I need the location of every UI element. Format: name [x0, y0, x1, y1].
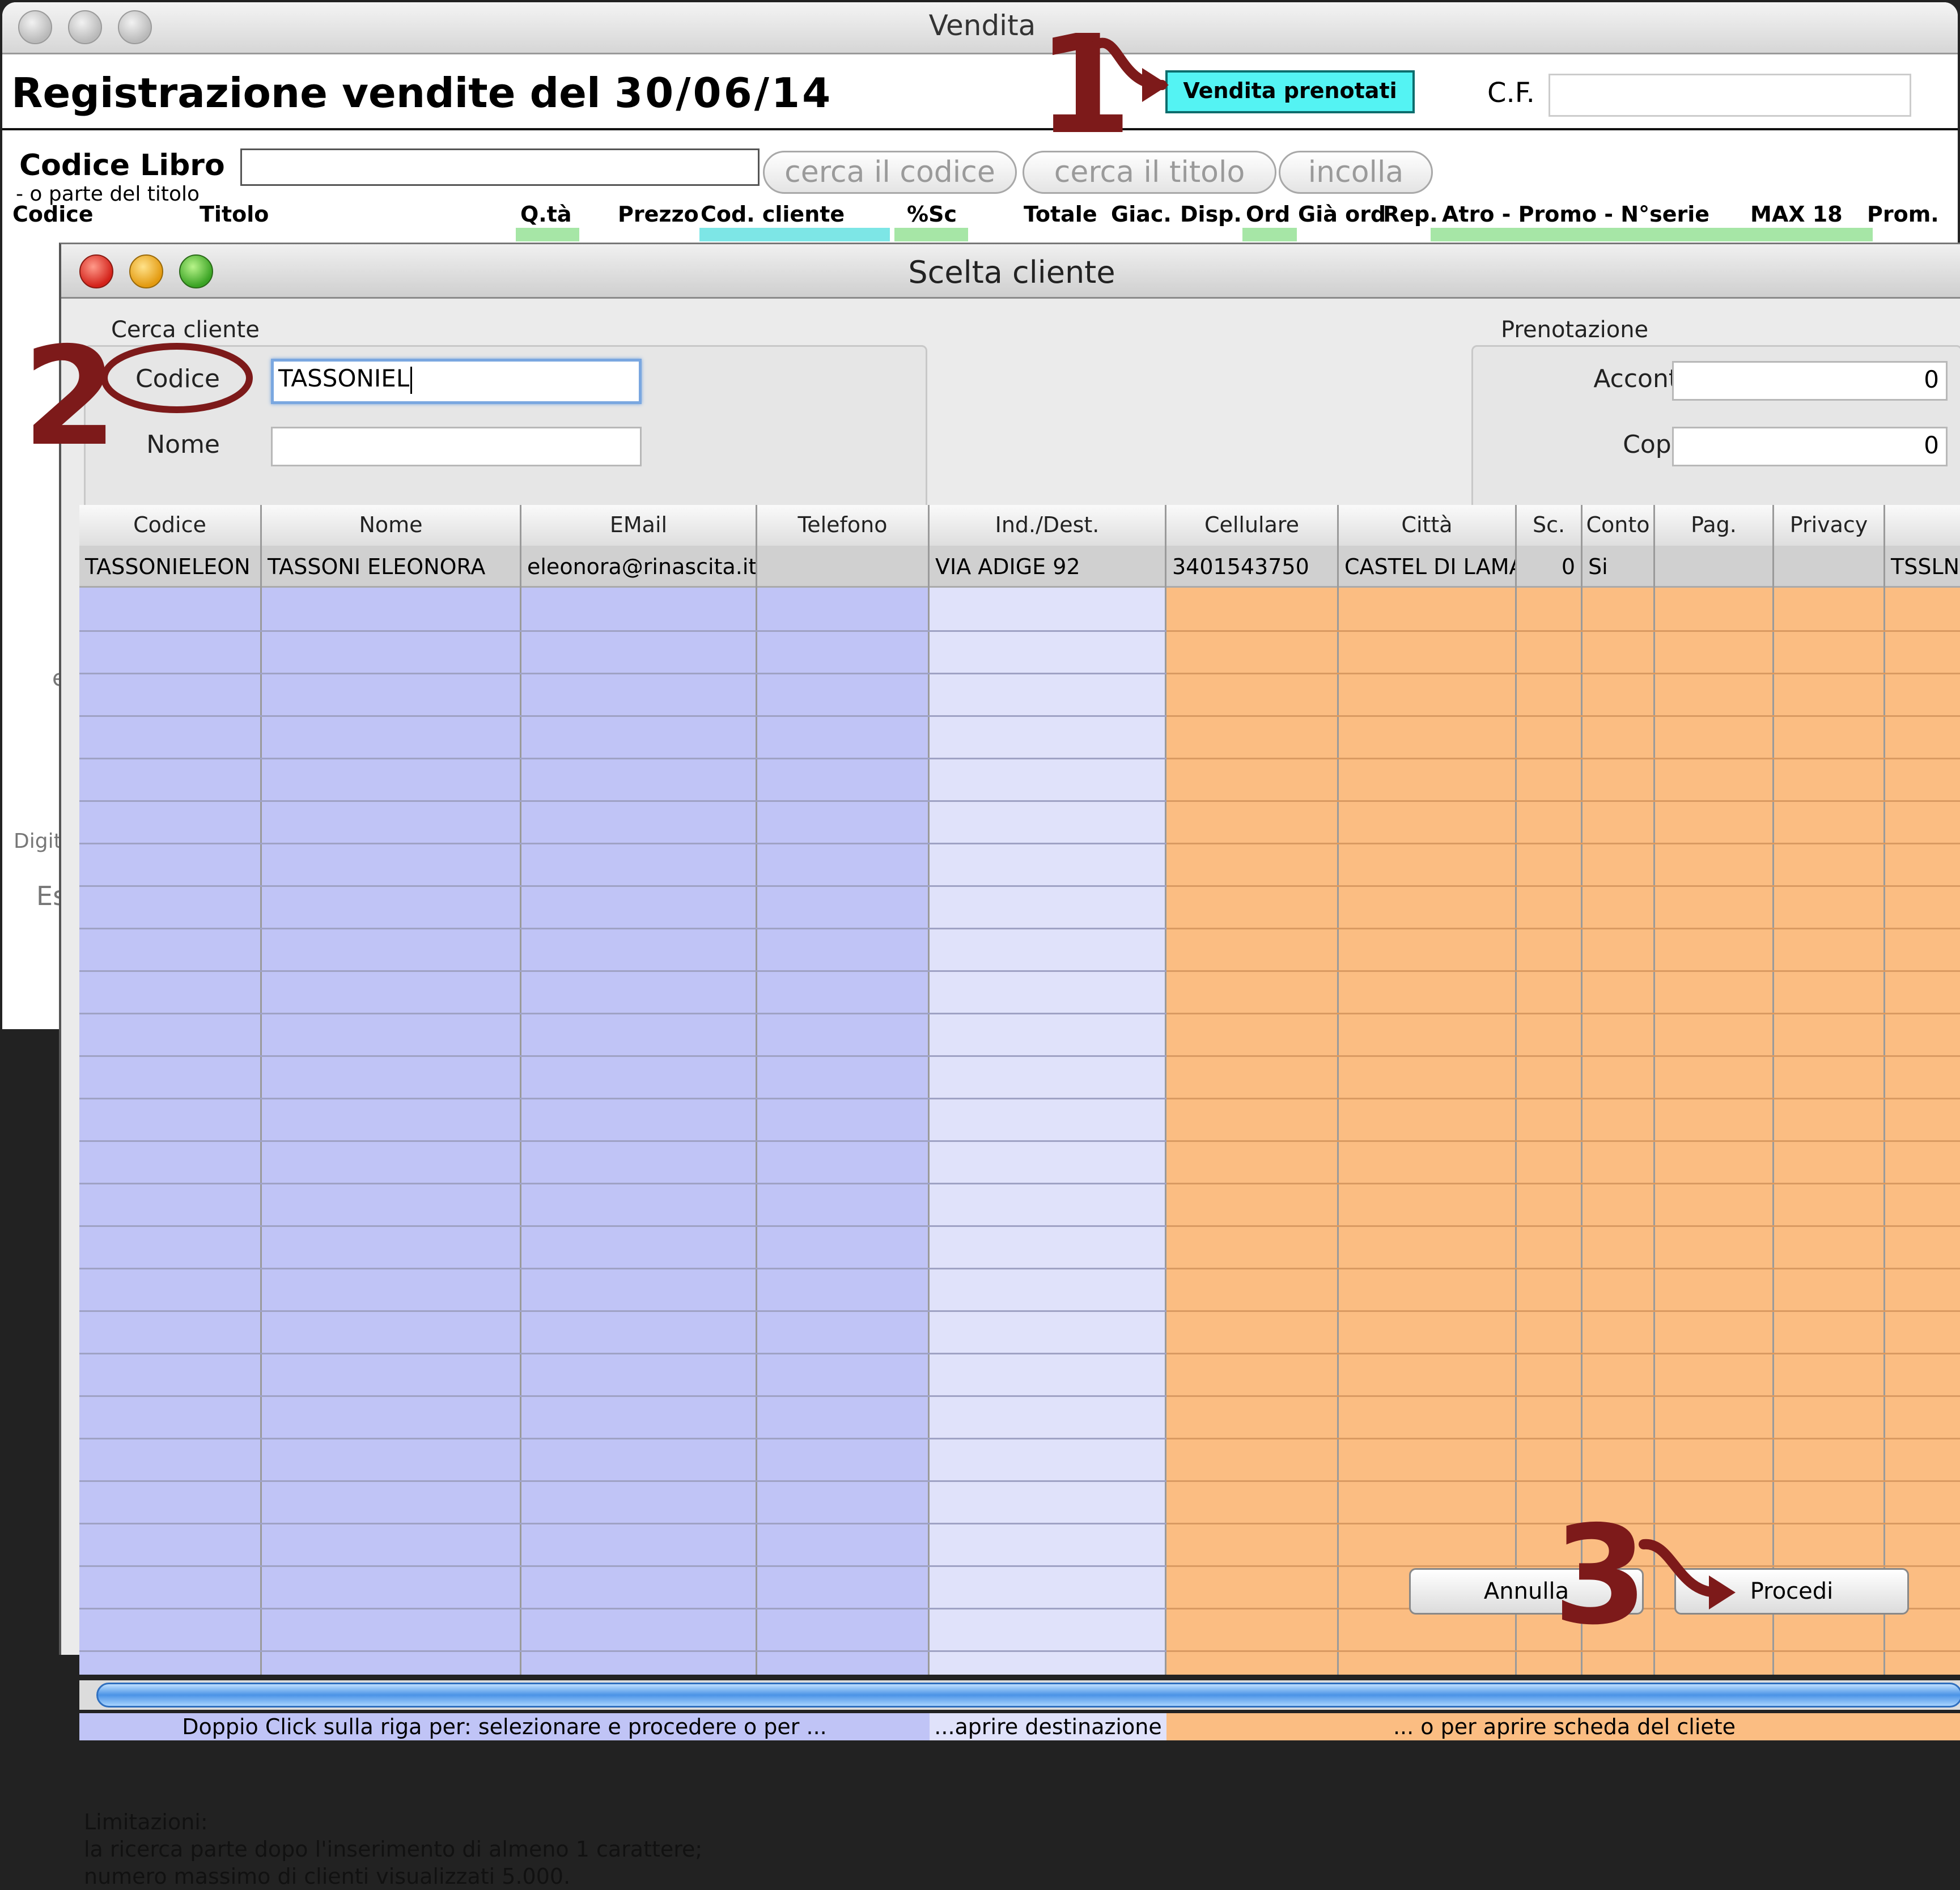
- limitazioni-note: Limitazioni: la ricerca parte dopo l'ins…: [84, 1808, 702, 1890]
- limitazioni-line-2: numero massimo di clienti visualizzati 5…: [84, 1864, 571, 1889]
- horizontal-scrollbar[interactable]: [79, 1680, 1960, 1710]
- annotation-overlay: [101, 37, 1736, 1609]
- annotation-arrow-3: [1639, 1539, 1723, 1598]
- hint-destination: ...aprire destinazione: [930, 1713, 1166, 1740]
- annotation-circle-codice: [101, 343, 253, 413]
- hint-customer-sheet: ... o per aprire scheda del cliete: [1166, 1713, 1960, 1740]
- annotation-arrowhead-3: [1709, 1575, 1736, 1609]
- limitazioni-line-1: la ricerca parte dopo l'inserimento di a…: [84, 1837, 703, 1862]
- annotation-arrowhead-1: [1142, 68, 1169, 102]
- scrollbar-thumb[interactable]: [96, 1683, 1960, 1708]
- hint-select: Doppio Click sulla riga per: selezionare…: [79, 1713, 930, 1740]
- hint-bar: Doppio Click sulla riga per: selezionare…: [79, 1713, 1960, 1740]
- limitazioni-title: Limitazioni:: [84, 1810, 208, 1834]
